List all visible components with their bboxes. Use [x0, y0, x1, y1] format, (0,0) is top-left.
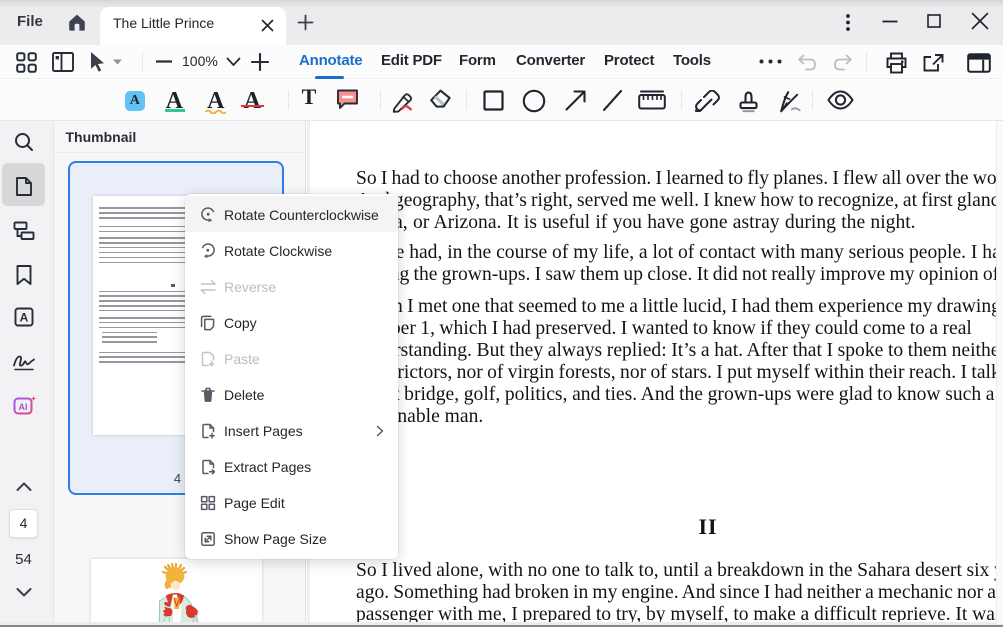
- svg-text:AI: AI: [19, 402, 28, 412]
- svg-text:A: A: [20, 311, 29, 325]
